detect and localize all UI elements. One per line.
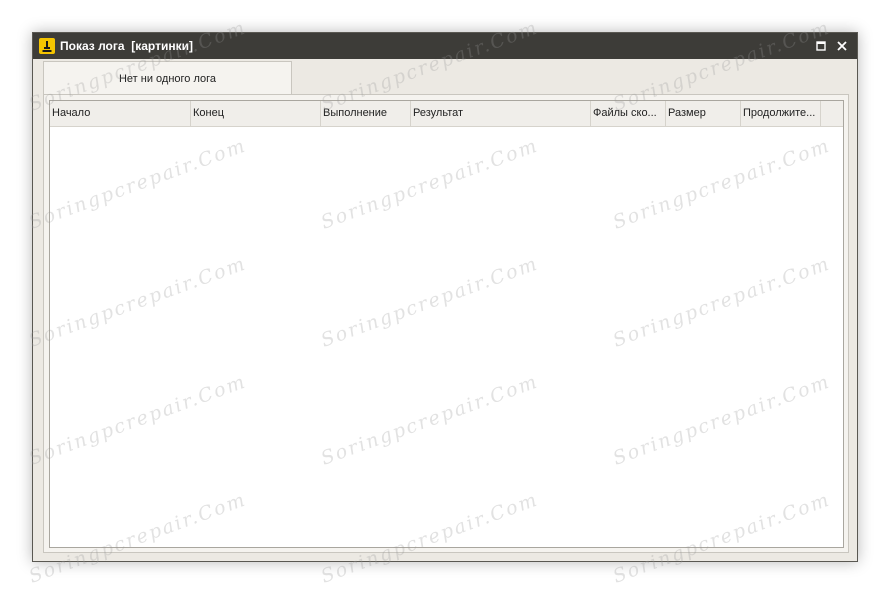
log-list[interactable]: Начало Конец Выполнение Результат Файлы … bbox=[49, 100, 844, 548]
column-header-files-copied[interactable]: Файлы ско... bbox=[591, 101, 666, 126]
column-header-result[interactable]: Результат bbox=[411, 101, 591, 126]
tab-label: Нет ни одного лога bbox=[118, 72, 217, 85]
close-button[interactable] bbox=[835, 39, 849, 53]
close-icon bbox=[837, 41, 847, 51]
column-header-start[interactable]: Начало bbox=[50, 101, 191, 126]
screenshot-stage: Показ лога [картинки] Нет ни одного лога bbox=[0, 0, 890, 595]
column-header-execution[interactable]: Выполнение bbox=[321, 101, 411, 126]
column-header-end[interactable]: Конец bbox=[191, 101, 321, 126]
window-controls bbox=[807, 39, 849, 53]
app-download-icon bbox=[39, 38, 55, 54]
log-window: Показ лога [картинки] Нет ни одного лога bbox=[32, 32, 858, 562]
title-bar[interactable]: Показ лога [картинки] bbox=[33, 33, 857, 59]
tab-panel: Начало Конец Выполнение Результат Файлы … bbox=[43, 94, 849, 553]
window-title: Показ лога [картинки] bbox=[60, 39, 193, 53]
tab-no-logs[interactable]: Нет ни одного лога bbox=[43, 61, 292, 95]
maximize-icon bbox=[816, 41, 826, 51]
column-header-size[interactable]: Размер bbox=[666, 101, 741, 126]
list-header: Начало Конец Выполнение Результат Файлы … bbox=[50, 101, 843, 127]
column-header-duration[interactable]: Продолжите... bbox=[741, 101, 821, 126]
maximize-button[interactable] bbox=[814, 39, 828, 53]
list-body bbox=[50, 127, 843, 547]
